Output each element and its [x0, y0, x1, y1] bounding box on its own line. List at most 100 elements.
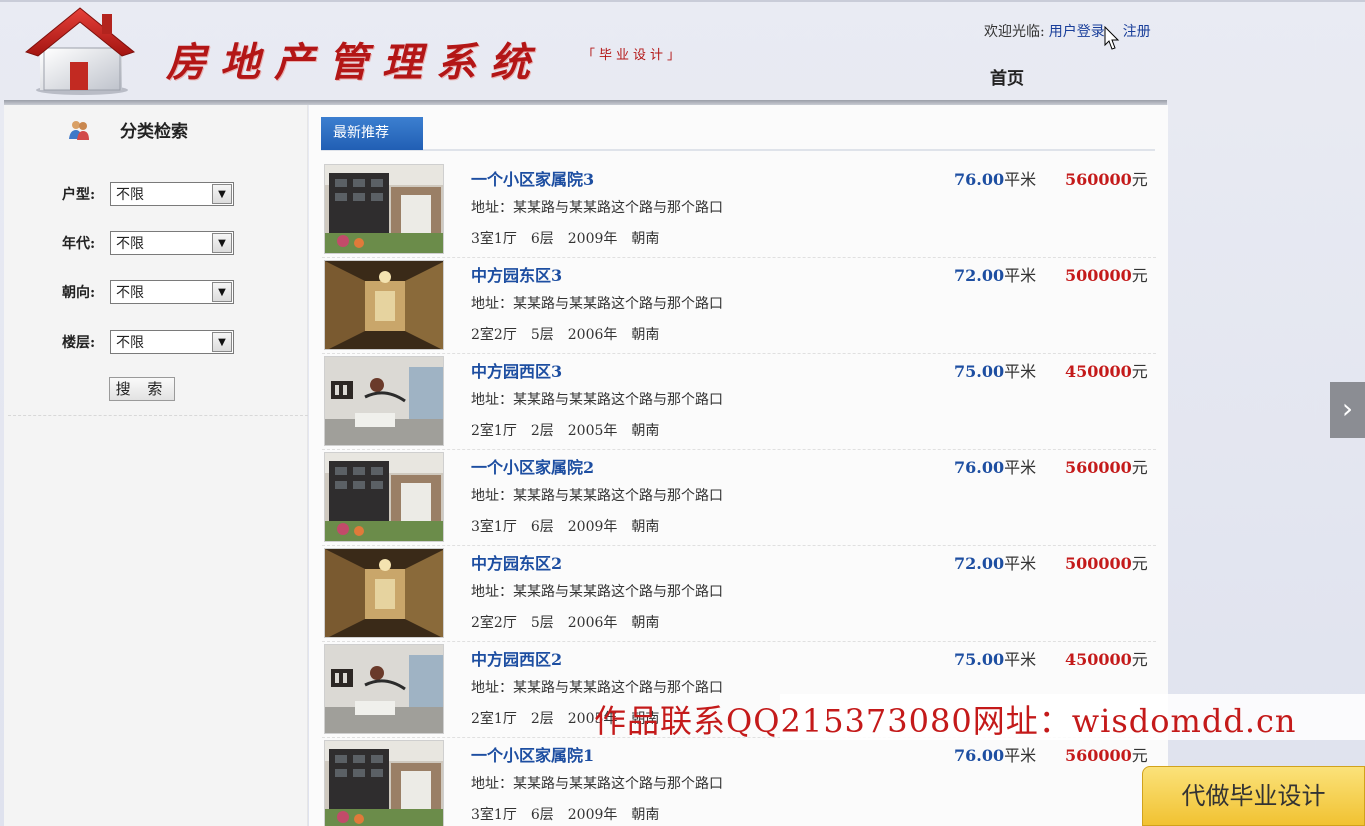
- facing-select[interactable]: 不限 ▼: [110, 280, 234, 304]
- listing-area-unit: 平米: [1004, 458, 1037, 477]
- listing-price-value: 450000: [1065, 362, 1132, 381]
- listing-thumbnail[interactable]: [324, 452, 444, 542]
- listing-title-link[interactable]: 中方园东区3: [471, 262, 562, 286]
- register-link[interactable]: 注册: [1123, 24, 1151, 40]
- filter-label: 朝向:: [62, 285, 96, 301]
- listing-thumbnail[interactable]: [324, 260, 444, 350]
- listing-floor: 6层: [530, 519, 554, 535]
- listing-facing: 朝南: [631, 327, 660, 343]
- listing-title-link[interactable]: 中方园西区2: [471, 646, 562, 670]
- listing-year: 2009年: [567, 807, 618, 823]
- listing-specs: 2室2厅 5层 2006年 朝南: [471, 324, 673, 344]
- listing-floor: 2层: [530, 423, 554, 439]
- listing-thumbnail[interactable]: [324, 548, 444, 638]
- floor-select[interactable]: 不限 ▼: [110, 330, 234, 354]
- listing-specs: 3室1厅 6层 2009年 朝南: [471, 804, 673, 824]
- listing-year: 2009年: [567, 231, 618, 247]
- select-value: 不限: [116, 335, 144, 351]
- listing-area-value: 75.00: [954, 650, 1005, 669]
- listing-price-unit: 元: [1131, 266, 1148, 285]
- filter-floor: 楼层: 不限 ▼: [62, 330, 234, 354]
- listing-floor: 5层: [530, 615, 554, 631]
- listing-price: 500000元: [1065, 262, 1148, 286]
- listing-year: 2005年: [567, 423, 618, 439]
- next-arrow-button[interactable]: ›: [1330, 382, 1365, 438]
- login-link[interactable]: 用户登录: [1049, 24, 1105, 40]
- listing-price: 560000元: [1065, 454, 1148, 478]
- listing-facing: 朝南: [631, 423, 660, 439]
- filter-label: 楼层:: [62, 335, 96, 351]
- filter-year: 年代: 不限 ▼: [62, 231, 234, 255]
- layout-select[interactable]: 不限 ▼: [110, 182, 234, 206]
- listing-facing: 朝南: [631, 807, 660, 823]
- welcome-text: 欢迎光临:: [984, 24, 1045, 40]
- listing-price-unit: 元: [1131, 746, 1148, 765]
- dropdown-arrow-icon: ▼: [212, 233, 232, 253]
- home-nav-link[interactable]: 首页: [990, 64, 1024, 89]
- filter-facing: 朝向: 不限 ▼: [62, 280, 234, 304]
- listing-address: 地址：某某路与某某路这个路与那个路口: [471, 680, 723, 696]
- listing-title-link[interactable]: 一个小区家属院3: [471, 166, 594, 190]
- listing-address: 地址：某某路与某某路这个路与那个路口: [471, 296, 723, 312]
- listing-price-value: 500000: [1065, 554, 1132, 573]
- listing-year: 2006年: [567, 615, 618, 631]
- dropdown-arrow-icon: ▼: [212, 184, 232, 204]
- listing-area: 76.00平米: [954, 166, 1036, 190]
- listing-rooms: 3室1厅: [471, 807, 517, 823]
- header: 房地产管理系统 「毕业设计」 欢迎光临: 用户登录 注册 首页: [0, 0, 1168, 104]
- tab-bar: 最新推荐: [321, 117, 1155, 151]
- listing-floor: 6层: [530, 807, 554, 823]
- listing-address: 地址：某某路与某某路这个路与那个路口: [471, 776, 723, 792]
- listing-year: 2009年: [567, 519, 618, 535]
- listing-price-value: 500000: [1065, 266, 1132, 285]
- listing-rooms: 2室1厅: [471, 423, 517, 439]
- listing-rooms: 2室2厅: [471, 615, 517, 631]
- dropdown-arrow-icon: ▼: [212, 282, 232, 302]
- listing-price-value: 560000: [1065, 746, 1132, 765]
- listing-item: 一个小区家属院2 地址：某某路与某某路这个路与那个路口 3室1厅 6层 2009年 朝南 7…: [322, 450, 1156, 546]
- listing-thumbnail[interactable]: [324, 740, 444, 826]
- search-button[interactable]: 搜 索: [109, 377, 175, 401]
- year-select[interactable]: 不限 ▼: [110, 231, 234, 255]
- listing-area: 72.00平米: [954, 550, 1036, 574]
- house-logo-icon: [24, 7, 136, 95]
- graduation-design-button[interactable]: 代做毕业设计: [1142, 766, 1365, 826]
- listing-rooms: 2室2厅: [471, 327, 517, 343]
- listing-price-value: 560000: [1065, 458, 1132, 477]
- listing-area-unit: 平米: [1004, 170, 1037, 189]
- listing-price-unit: 元: [1131, 170, 1148, 189]
- listing-price-unit: 元: [1131, 362, 1148, 381]
- listing-title-link[interactable]: 中方园西区3: [471, 358, 562, 382]
- listing-thumbnail[interactable]: [324, 164, 444, 254]
- listing-area-value: 76.00: [954, 458, 1005, 477]
- listing-price-value: 450000: [1065, 650, 1132, 669]
- listing-price: 450000元: [1065, 646, 1148, 670]
- select-value: 不限: [116, 285, 144, 301]
- filter-label: 年代:: [62, 236, 96, 252]
- listing-area-unit: 平米: [1004, 266, 1037, 285]
- listing-price-unit: 元: [1131, 554, 1148, 573]
- listing-area-value: 75.00: [954, 362, 1005, 381]
- select-value: 不限: [116, 236, 144, 252]
- listing-area-unit: 平米: [1004, 554, 1037, 573]
- listing-area-value: 72.00: [954, 266, 1005, 285]
- listing-facing: 朝南: [631, 231, 660, 247]
- listing-specs: 2室2厅 5层 2006年 朝南: [471, 612, 673, 632]
- listing-price-unit: 元: [1131, 458, 1148, 477]
- listing-address: 地址：某某路与某某路这个路与那个路口: [471, 488, 723, 504]
- listing-item: 中方园西区3 地址：某某路与某某路这个路与那个路口 2室1厅 2层 2005年 朝南 75.…: [322, 354, 1156, 450]
- listing-area: 76.00平米: [954, 454, 1036, 478]
- listing-address: 地址：某某路与某某路这个路与那个路口: [471, 584, 723, 600]
- listing-thumbnail[interactable]: [324, 644, 444, 734]
- listing-area-unit: 平米: [1004, 746, 1037, 765]
- listing-title-link[interactable]: 一个小区家属院2: [471, 454, 594, 478]
- listing-title-link[interactable]: 一个小区家属院1: [471, 742, 594, 766]
- select-value: 不限: [116, 187, 144, 203]
- listing-specs: 3室1厅 6层 2009年 朝南: [471, 516, 673, 536]
- listing-facing: 朝南: [631, 615, 660, 631]
- listing-price-unit: 元: [1131, 650, 1148, 669]
- listing-thumbnail[interactable]: [324, 356, 444, 446]
- tab-latest[interactable]: 最新推荐: [321, 117, 423, 150]
- listing-year: 2006年: [567, 327, 618, 343]
- listing-title-link[interactable]: 中方园东区2: [471, 550, 562, 574]
